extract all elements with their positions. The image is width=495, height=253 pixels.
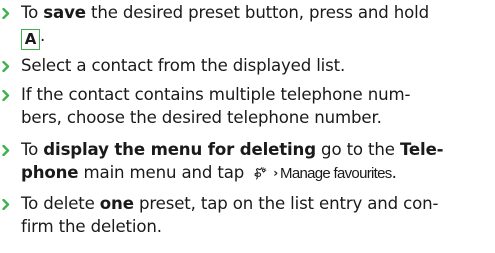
instruction-text: Select a contact from the displayed list… (21, 56, 346, 75)
instruction-text: To delete (21, 194, 100, 213)
instruction-line: To display the menu for deleting go to t… (0, 138, 495, 161)
emphasis-text: display the menu for deleting (43, 140, 316, 159)
step-choose-number: If the contact contains multiple telepho… (0, 83, 495, 129)
preset-key-a: A (21, 29, 40, 50)
chevron-right-icon (2, 54, 16, 77)
instruction-text: To (21, 3, 44, 22)
step-display-delete-menu: To display the menu for deleting go to t… (0, 138, 495, 187)
emphasis-text: save (43, 3, 86, 22)
instruction-text: firm the deletion. (21, 217, 162, 236)
instruction-line: phone main menu and tap › Manage favourit… (0, 161, 495, 187)
instruction-line: bers, choose the desired telephone numbe… (0, 106, 495, 129)
instruction-list: To save the desired preset button, press… (0, 0, 495, 253)
step-select-contact: Select a contact from the displayed list… (0, 54, 495, 77)
instruction-text: . (391, 163, 397, 182)
emphasis-text: one (99, 194, 134, 213)
emphasis-text: phone (21, 163, 79, 182)
instruction-line: To save the desired preset button, press… (0, 1, 495, 24)
step-save-preset: To save the desired preset button, press… (0, 1, 495, 50)
instruction-line: To delete one preset, tap on the list en… (0, 192, 495, 215)
instruction-text: go to the (315, 140, 400, 159)
instruction-line: A. (0, 24, 495, 50)
chevron-right-icon (2, 83, 16, 106)
chevron-right-icon (2, 138, 16, 161)
menu-arrow-icon: › (273, 166, 279, 180)
chevron-right-icon (2, 192, 16, 215)
instruction-text: If the contact contains multiple telepho… (21, 85, 411, 104)
step-delete-one-preset: To delete one preset, tap on the list en… (0, 192, 495, 238)
instruction-text: bers, choose the desired telephone numbe… (21, 108, 382, 127)
instruction-text: To (21, 140, 44, 159)
instruction-text: . (40, 26, 46, 45)
instruction-text: main menu and tap (78, 163, 250, 182)
instruction-text: the desired preset button, press and hol… (85, 3, 429, 22)
chevron-right-icon (2, 1, 16, 24)
instruction-line: firm the deletion. (0, 215, 495, 238)
menu-path-manage-favourites: Manage favourites (280, 165, 392, 182)
emphasis-text: Tele- (399, 140, 444, 159)
settings-icon (253, 164, 268, 187)
instruction-text: preset, tap on the list entry and con- (133, 194, 439, 213)
instruction-line: If the contact contains multiple telepho… (0, 83, 495, 106)
instruction-line: Select a contact from the displayed list… (0, 54, 495, 77)
